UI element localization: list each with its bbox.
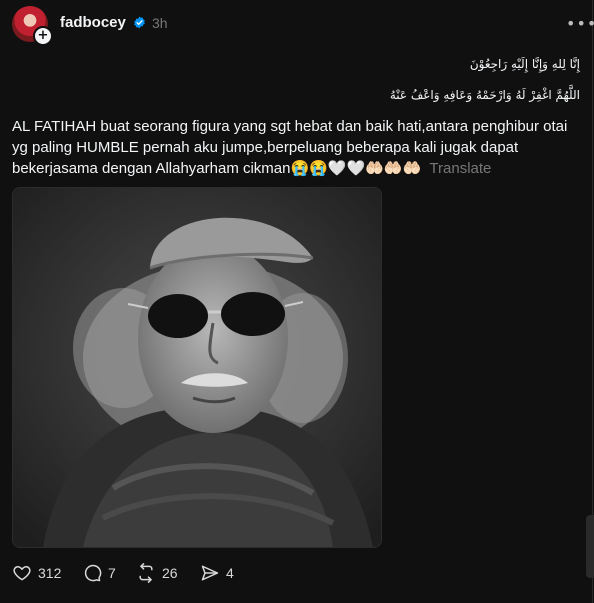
- verified-badge-icon: [134, 16, 145, 29]
- post-time: 3h: [152, 15, 168, 31]
- heart-icon: [13, 566, 31, 581]
- post-container: + fadbocey 3h ••• إِنَّا لِلهِ وَإِنَّا …: [0, 0, 594, 603]
- reply-button[interactable]: 7: [82, 563, 116, 583]
- username[interactable]: fadbocey: [60, 14, 126, 31]
- post-body: AL FATIHAH buat seorang figura yang sgt …: [12, 116, 587, 179]
- post-image[interactable]: [12, 187, 382, 548]
- share-button[interactable]: 4: [200, 563, 234, 583]
- repost-button[interactable]: 26: [136, 563, 178, 583]
- comment-bubble-icon: [84, 564, 102, 582]
- like-button[interactable]: 312: [12, 563, 61, 583]
- reply-count: 7: [108, 565, 116, 581]
- share-count: 4: [226, 565, 234, 581]
- translate-link[interactable]: Translate: [429, 160, 491, 177]
- repost-icon: [139, 563, 153, 583]
- scrollbar[interactable]: [586, 515, 594, 578]
- arabic-line-1: إِنَّا لِلهِ وَإِنَّا إِلَيْهِ رَاجِعُوْ…: [469, 57, 580, 71]
- repost-count: 26: [162, 565, 178, 581]
- follow-plus-icon[interactable]: +: [33, 26, 53, 46]
- arabic-line-2: اللَّهُمَّ اغْفِرْ لَهُ وَارْحَمْهُ وَعَ…: [389, 88, 580, 102]
- like-count: 312: [38, 565, 62, 581]
- portrait-photo: [13, 188, 381, 547]
- send-icon: [201, 565, 219, 581]
- more-horizontal-icon[interactable]: •••: [566, 14, 594, 33]
